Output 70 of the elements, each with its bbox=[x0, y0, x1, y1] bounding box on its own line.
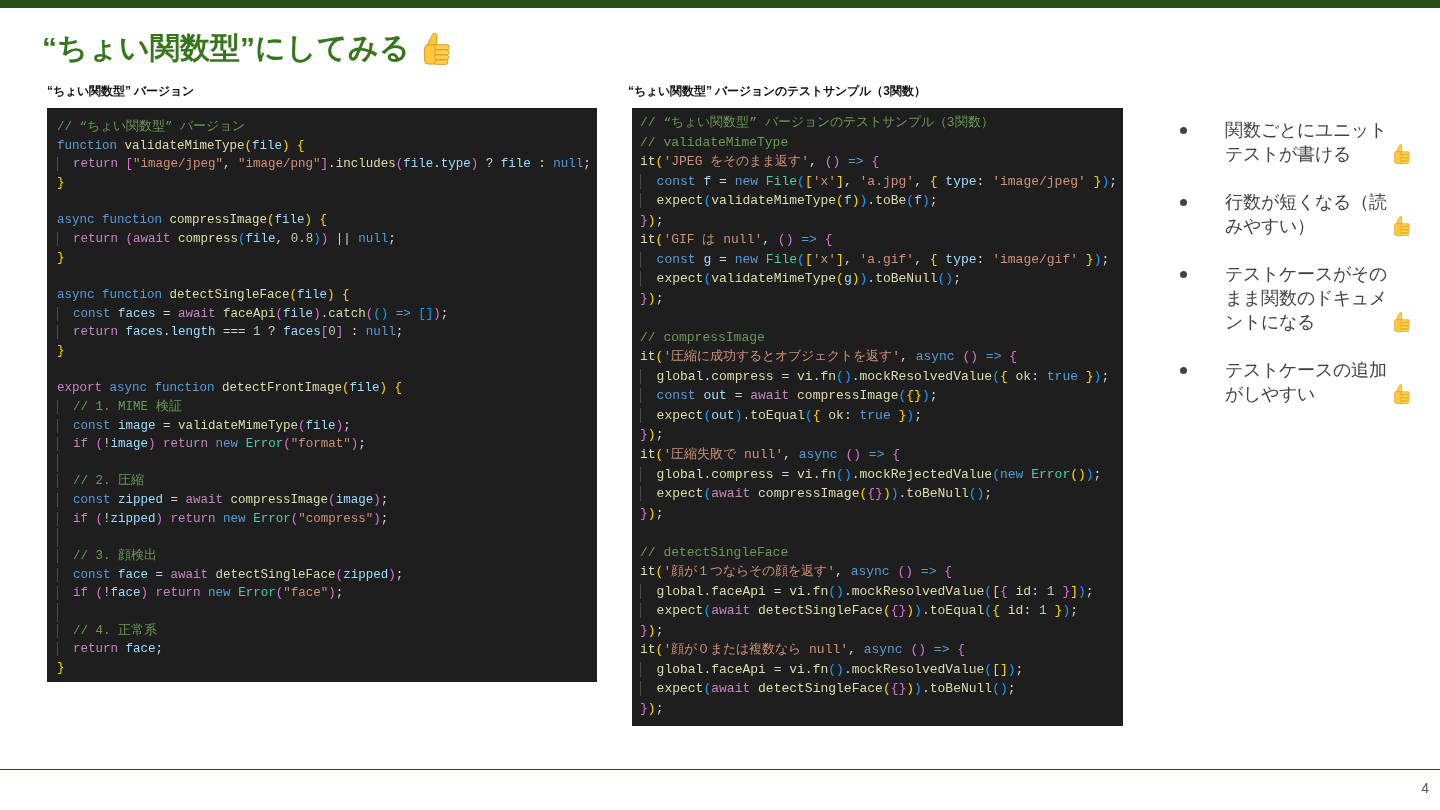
code-line: }); bbox=[640, 211, 664, 230]
code-line: }); bbox=[640, 621, 664, 640]
code-line: // “ちょい関数型” バージョンのテストサンプル（3関数） bbox=[640, 114, 994, 132]
code-line: // compressImage bbox=[640, 328, 765, 347]
section-label: “ちょい関数型” バージョン bbox=[47, 83, 195, 99]
bullet-text: テストケースの追加がしやすい bbox=[1225, 359, 1388, 406]
code-line: export async function detectFrontImage(file) { bbox=[57, 380, 403, 398]
code-line: const g = new File(['x'], 'a.gif', { type: 'image/gif' }); bbox=[640, 249, 1110, 270]
thumbs-up-icon bbox=[1394, 312, 1410, 332]
code-line: }); bbox=[640, 699, 664, 718]
code-line: const out = await compressImage({}); bbox=[640, 386, 938, 406]
code-line: return faces.length === 1 ? faces[0] : null; bbox=[57, 323, 404, 342]
code-line: global.faceApi = vi.fn().mockResolvedValue([]); bbox=[640, 659, 1024, 680]
code-line: }); bbox=[640, 289, 664, 308]
code-line: it('JPEG をそのまま返す', () => { bbox=[640, 153, 880, 172]
bullet-icon bbox=[1180, 270, 1187, 278]
section-label: “ちょい関数型” バージョンのテストサンプル（3関数） bbox=[628, 83, 926, 99]
code-line: // 1. MIME 検証 bbox=[57, 397, 182, 417]
code-line: expect(out).toEqual({ ok: true }); bbox=[640, 405, 922, 426]
code-line: expect(await detectSingleFace({})).toEqual({ id: 1 }); bbox=[640, 601, 1079, 621]
bullet-text: 関数ごとにユニットテストが書ける bbox=[1225, 119, 1388, 166]
bullet-icon bbox=[1180, 198, 1187, 206]
code-line: return ["image/jpeg", "image/png"].includes(file.type) ? file : null; bbox=[57, 155, 591, 174]
thumbs-up-icon bbox=[424, 31, 450, 65]
bullet-text: テストケースがそのまま関数のドキュメントになる bbox=[1225, 263, 1388, 334]
page-number: 4 bbox=[1421, 779, 1429, 798]
code-line: if (!zipped) return new Error("compress"); bbox=[57, 509, 389, 529]
code-line: if (!image) return new Error("format"); bbox=[57, 435, 366, 454]
code-line: expect(await detectSingleFace({})).toBeNull(); bbox=[640, 679, 1016, 699]
code-line: it('圧縮失敗で null', async () => { bbox=[640, 446, 901, 464]
code-line: // validateMimeType bbox=[640, 133, 789, 152]
code-line: // detectSingleFace bbox=[640, 543, 789, 562]
code-line: const zipped = await compressImage(image); bbox=[57, 491, 389, 510]
code-line: } bbox=[57, 249, 65, 267]
code-line: global.faceApi = vi.fn().mockResolvedValue([{ id: 1 }]); bbox=[640, 581, 1094, 602]
code-line: } bbox=[57, 342, 65, 360]
code-line: if (!face) return new Error("face"); bbox=[57, 584, 344, 604]
code-line: expect(validateMimeType(g)).toBeNull(); bbox=[640, 269, 961, 289]
code-line: // “ちょい関数型” バージョン bbox=[57, 118, 245, 136]
code-line: return (await compress(file, 0.8)) || null; bbox=[57, 229, 396, 249]
code-line: const faces = await faceApi(file).catch(() => []); bbox=[57, 304, 449, 324]
code-line: global.compress = vi.fn().mockRejectedValue(new Error()); bbox=[640, 464, 1102, 485]
bullet-text: 行数が短くなる（読みやすい） bbox=[1225, 191, 1388, 238]
bullet-icon bbox=[1180, 126, 1187, 134]
slide-title: “ちょい関数型”にしてみる bbox=[42, 30, 410, 66]
code-line: it('圧縮に成功するとオブジェクトを返す', async () => { bbox=[640, 348, 1018, 367]
code-line: } bbox=[57, 174, 65, 192]
thumbs-up-icon bbox=[1394, 384, 1410, 404]
code-line: }); bbox=[640, 426, 664, 445]
code-line: expect(await compressImage({})).toBeNull(); bbox=[640, 484, 993, 504]
code-line: expect(validateMimeType(f)).toBe(f); bbox=[640, 191, 938, 211]
code-line: it('顔が１つならその顔を返す', async () => { bbox=[640, 563, 953, 582]
code-line: const face = await detectSingleFace(zipped); bbox=[57, 565, 404, 585]
code-line: return face; bbox=[57, 640, 164, 660]
code-line: const image = validateMimeType(file); bbox=[57, 416, 351, 436]
code-line: const f = new File(['x'], 'a.jpg', { type: 'image/jpeg' }); bbox=[640, 171, 1118, 192]
code-line: async function compressImage(file) { bbox=[57, 212, 328, 230]
code-line: // 3. 顔検出 bbox=[57, 547, 158, 566]
code-line: // 4. 正常系 bbox=[57, 621, 158, 641]
code-line: function validateMimeType(file) { bbox=[57, 137, 305, 155]
code-line: }); bbox=[640, 504, 664, 523]
thumbs-up-icon bbox=[1394, 216, 1410, 236]
thumbs-up-icon bbox=[1394, 144, 1410, 164]
code-line: global.compress = vi.fn().mockResolvedValue({ ok: true }); bbox=[640, 366, 1110, 387]
code-line: it('GIF は null', () => { bbox=[640, 231, 833, 250]
bullet-icon bbox=[1180, 366, 1187, 374]
code-line: it('顔が０または複数なら null', async () => { bbox=[640, 641, 966, 660]
code-line: async function detectSingleFace(file) { bbox=[57, 286, 350, 304]
code-line: // 2. 圧縮 bbox=[57, 472, 145, 492]
code-line: } bbox=[57, 660, 65, 678]
